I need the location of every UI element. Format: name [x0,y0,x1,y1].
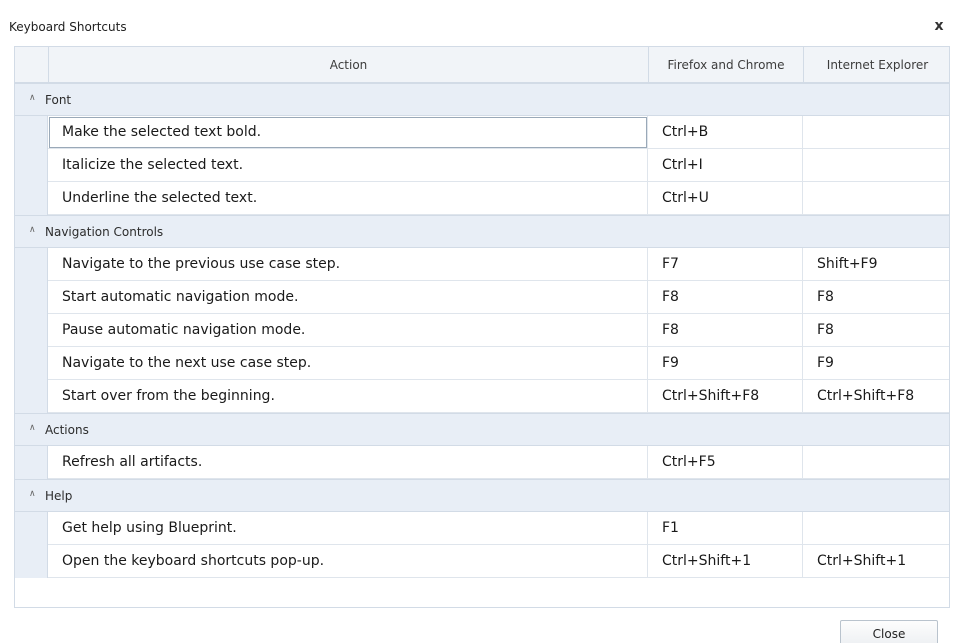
row-indent [15,149,48,182]
row-indent [15,281,48,314]
cell-firefox-chrome[interactable]: Ctrl+U [648,182,803,215]
cell-action[interactable]: Underline the selected text. [48,182,648,215]
dialog-title: Keyboard Shortcuts [9,20,127,34]
dialog-titlebar: Keyboard Shortcuts x [0,10,956,46]
group-header[interactable]: ∧ Actions [15,413,949,446]
chevron-up-icon[interactable]: ∧ [29,489,36,499]
cell-action[interactable]: Navigate to the previous use case step. [48,248,648,281]
table-row[interactable]: Pause automatic navigation mode. F8 F8 [15,314,949,347]
cell-internet-explorer[interactable] [803,512,949,545]
group-label: Actions [45,423,89,437]
cell-firefox-chrome[interactable]: Ctrl+B [648,116,803,149]
cell-action[interactable]: Start automatic navigation mode. [48,281,648,314]
shortcuts-grid: Action Firefox and Chrome Internet Explo… [14,46,950,608]
table-row[interactable]: Italicize the selected text. Ctrl+I [15,149,949,182]
cell-action[interactable]: Refresh all artifacts. [48,446,648,479]
cell-internet-explorer[interactable]: Ctrl+Shift+1 [803,545,949,578]
cell-internet-explorer[interactable]: F8 [803,314,949,347]
row-indent [15,182,48,215]
column-header-firefox-chrome[interactable]: Firefox and Chrome [648,47,803,83]
cell-firefox-chrome[interactable]: F7 [648,248,803,281]
header-corner [15,47,48,83]
cell-action[interactable]: Italicize the selected text. [48,149,648,182]
column-header-action[interactable]: Action [48,47,648,83]
cell-firefox-chrome[interactable]: Ctrl+I [648,149,803,182]
chevron-up-icon[interactable]: ∧ [29,225,36,235]
row-indent [15,380,48,413]
cell-internet-explorer[interactable] [803,182,949,215]
cell-firefox-chrome[interactable]: F9 [648,347,803,380]
cell-action[interactable]: Open the keyboard shortcuts pop-up. [48,545,648,578]
cell-firefox-chrome[interactable]: Ctrl+Shift+F8 [648,380,803,413]
cell-internet-explorer[interactable]: F9 [803,347,949,380]
cell-firefox-chrome[interactable]: F8 [648,314,803,347]
cell-action[interactable]: Start over from the beginning. [48,380,648,413]
group-label: Font [45,93,72,107]
cell-internet-explorer[interactable] [803,446,949,479]
cell-firefox-chrome[interactable]: F8 [648,281,803,314]
cell-internet-explorer[interactable]: Ctrl+Shift+F8 [803,380,949,413]
cell-action[interactable]: Navigate to the next use case step. [48,347,648,380]
cell-firefox-chrome[interactable]: F1 [648,512,803,545]
row-indent [15,314,48,347]
cell-action[interactable]: Make the selected text bold. [48,116,648,149]
table-row[interactable]: Open the keyboard shortcuts pop-up. Ctrl+… [15,545,949,578]
row-indent [15,347,48,380]
group-header[interactable]: ∧ Navigation Controls [15,215,949,248]
keyboard-shortcuts-dialog: Keyboard Shortcuts x Action Firefox and … [0,0,956,643]
row-indent [15,512,48,545]
chevron-up-icon[interactable]: ∧ [29,423,36,433]
row-indent [15,545,48,578]
table-row[interactable]: Navigate to the previous use case step. F… [15,248,949,281]
group-header[interactable]: ∧ Help [15,479,949,512]
column-header-internet-explorer[interactable]: Internet Explorer [803,47,949,83]
table-row[interactable]: Start over from the beginning. Ctrl+Shift… [15,380,949,413]
table-row[interactable]: Make the selected text bold. Ctrl+B [15,116,949,149]
cell-internet-explorer[interactable]: Shift+F9 [803,248,949,281]
cell-firefox-chrome[interactable]: Ctrl+F5 [648,446,803,479]
table-row[interactable]: Start automatic navigation mode. F8 F8 [15,281,949,314]
close-icon[interactable]: x [930,16,948,36]
table-row[interactable]: Underline the selected text. Ctrl+U [15,182,949,215]
row-indent [15,446,48,479]
table-row[interactable]: Refresh all artifacts. Ctrl+F5 [15,446,949,479]
cell-internet-explorer[interactable] [803,149,949,182]
table-row[interactable]: Get help using Blueprint. F1 [15,512,949,545]
group-label: Navigation Controls [45,225,164,239]
close-button[interactable]: Close [840,620,938,643]
cell-action[interactable]: Pause automatic navigation mode. [48,314,648,347]
cell-internet-explorer[interactable] [803,116,949,149]
group-header[interactable]: ∧ Font [15,83,949,116]
group-label: Help [45,489,73,503]
table-row[interactable]: Navigate to the next use case step. F9 F9 [15,347,949,380]
row-indent [15,248,48,281]
cell-action[interactable]: Get help using Blueprint. [48,512,648,545]
cell-firefox-chrome[interactable]: Ctrl+Shift+1 [648,545,803,578]
dialog-footer: Close [0,608,956,643]
row-indent [15,116,48,149]
grid-header: Action Firefox and Chrome Internet Explo… [15,47,949,83]
chevron-up-icon[interactable]: ∧ [29,93,36,103]
cell-internet-explorer[interactable]: F8 [803,281,949,314]
